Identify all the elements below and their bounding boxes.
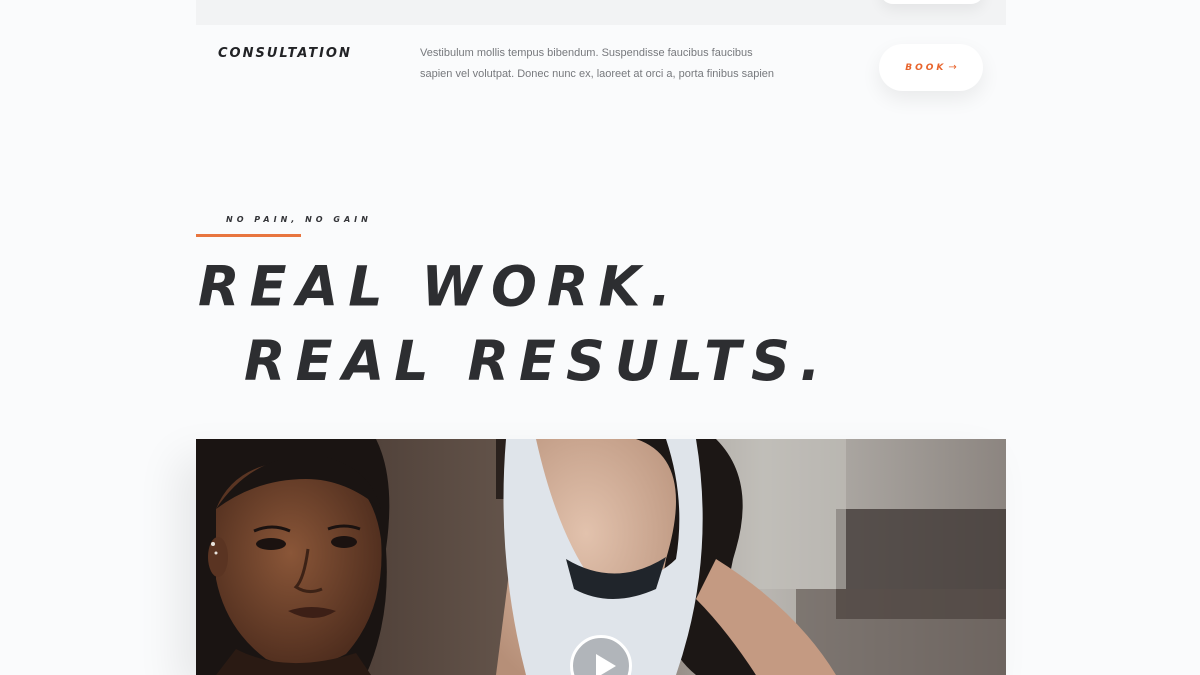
- service-name: CONSULTATION: [218, 46, 352, 61]
- arrow-right-icon: →: [948, 62, 957, 73]
- service-description-line: sapien vel volutpat. Donec nunc ex, laor…: [420, 68, 775, 80]
- section-headline: REAL WORK. REAL RESULTS.: [198, 250, 830, 398]
- service-description-line: Vestibulum mollis tempus bibendum. Suspe…: [420, 47, 753, 59]
- section-eyebrow: NO PAIN, NO GAIN: [226, 215, 372, 224]
- service-row: CONSULTATION Vestibulum mollis tempus bi…: [196, 25, 1006, 115]
- eyebrow-underline: [196, 234, 301, 237]
- service-description: Vestibulum mollis tempus bibendum. Suspe…: [420, 43, 800, 85]
- play-icon: [596, 654, 616, 675]
- book-button-label: BOOK: [905, 62, 947, 73]
- previous-service-row: [196, 0, 1006, 25]
- video-thumbnail[interactable]: [196, 439, 1006, 675]
- headline-line-2: REAL RESULTS.: [244, 328, 831, 394]
- book-button[interactable]: BOOK →: [879, 44, 983, 91]
- previous-book-button[interactable]: [880, 0, 984, 4]
- headline-line-1: REAL WORK.: [198, 254, 681, 320]
